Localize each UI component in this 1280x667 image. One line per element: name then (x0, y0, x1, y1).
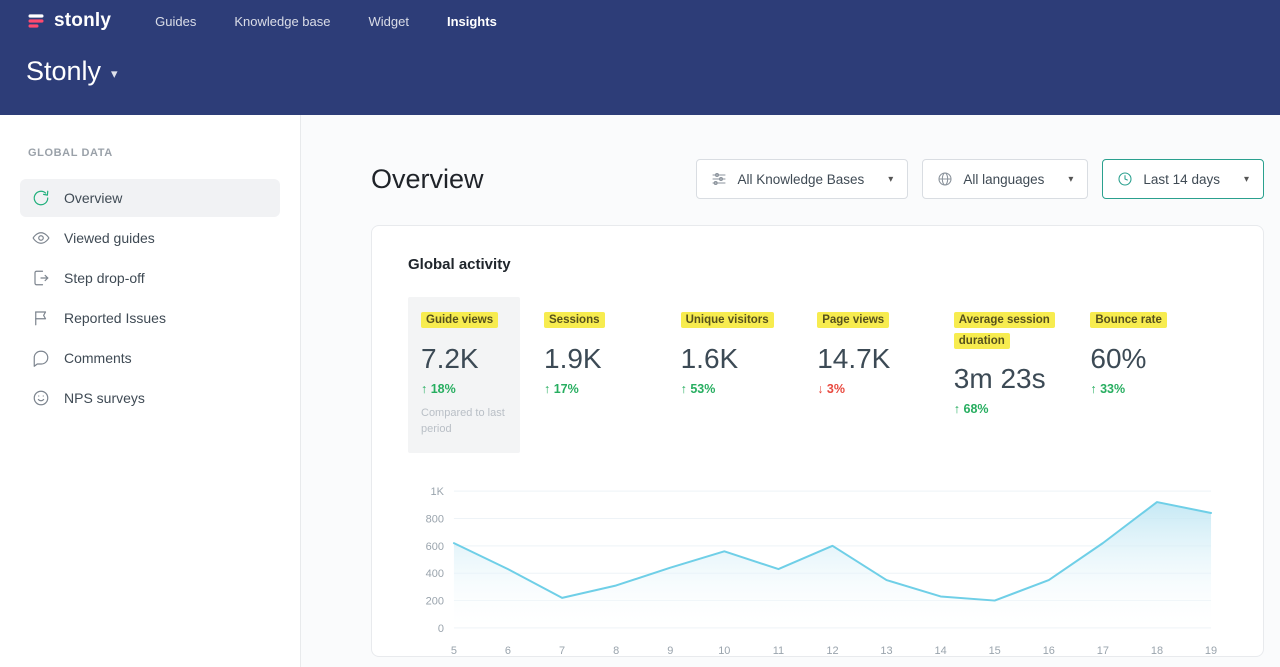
stonly-logo[interactable]: stonly (26, 10, 111, 32)
svg-text:600: 600 (426, 540, 444, 552)
metric-value: 14.7K (817, 343, 954, 375)
sidebar-item-label: Comments (64, 350, 132, 366)
top-navigation: stonly Guides Knowledge base Widget Insi… (26, 10, 1254, 32)
metric-label: Guide views (421, 312, 498, 328)
svg-text:800: 800 (426, 513, 444, 525)
metric-note: Compared to last period (421, 405, 507, 438)
svg-text:11: 11 (773, 644, 784, 656)
sidebar-item-comments[interactable]: Comments (20, 339, 280, 377)
sidebar-item-label: NPS surveys (64, 390, 145, 406)
metric-change: 17% (544, 382, 681, 396)
stonly-logo-icon (26, 11, 46, 31)
svg-text:16: 16 (1043, 644, 1055, 656)
knowledge-base-filter-value: All Knowledge Bases (737, 172, 864, 187)
sidebar-item-label: Step drop-off (64, 270, 145, 286)
metric-average-session-duration[interactable]: Average session duration 3m 23s 68% (954, 297, 1091, 416)
chevron-down-icon: ▾ (1068, 174, 1073, 185)
svg-text:400: 400 (426, 568, 444, 580)
global-activity-chart: 1K 800 600 400 200 05 6 7 8 9 10 11 12 13 14 15 16 17 18 19 (408, 477, 1227, 657)
nav-item-widget[interactable]: Widget (369, 14, 409, 29)
svg-text:17: 17 (1097, 644, 1109, 656)
metric-change: 3% (817, 382, 954, 396)
top-nav-items: Guides Knowledge base Widget Insights (155, 14, 497, 29)
sidebar-item-overview[interactable]: Overview (20, 179, 280, 217)
flag-icon (32, 309, 50, 327)
sidebar-item-viewed-guides[interactable]: Viewed guides (20, 219, 280, 257)
metric-change: 33% (1090, 382, 1227, 396)
sidebar-item-label: Viewed guides (64, 230, 155, 246)
sidebar-item-reported-issues[interactable]: Reported Issues (20, 299, 280, 337)
app-header: stonly Guides Knowledge base Widget Insi… (0, 0, 1280, 115)
metric-value: 7.2K (421, 343, 507, 375)
globe-icon (937, 171, 953, 187)
date-range-filter-value: Last 14 days (1143, 172, 1220, 187)
svg-text:200: 200 (426, 595, 444, 607)
chevron-down-icon: ▾ (1244, 174, 1249, 185)
svg-text:19: 19 (1205, 644, 1217, 656)
metric-label: Bounce rate (1090, 312, 1166, 328)
svg-text:9: 9 (667, 644, 673, 656)
svg-text:7: 7 (559, 644, 565, 656)
main-content: Overview All Knowledge Bases ▾ All langu… (301, 115, 1280, 667)
sidebar-item-step-drop-off[interactable]: Step drop-off (20, 259, 280, 297)
svg-text:1K: 1K (431, 486, 445, 498)
sidebar-item-label: Overview (64, 190, 122, 206)
metric-change: 53% (681, 382, 818, 396)
svg-text:12: 12 (826, 644, 838, 656)
sidebar-section-label: GLOBAL DATA (28, 147, 280, 159)
workspace-name: Stonly (26, 56, 101, 87)
card-title: Global activity (408, 256, 1227, 273)
sliders-icon (711, 171, 727, 187)
metrics-row: Guide views 7.2K 18% Compared to last pe… (408, 297, 1227, 453)
metric-unique-visitors[interactable]: Unique visitors 1.6K 53% (681, 297, 818, 396)
metric-value: 1.9K (544, 343, 681, 375)
knowledge-base-filter[interactable]: All Knowledge Bases ▾ (696, 159, 908, 199)
sidebar-item-label: Reported Issues (64, 310, 166, 326)
svg-text:13: 13 (880, 644, 892, 656)
overview-refresh-icon (32, 189, 50, 207)
svg-text:6: 6 (505, 644, 511, 656)
metric-bounce-rate[interactable]: Bounce rate 60% 33% (1090, 297, 1227, 396)
chart-container: 1K 800 600 400 200 05 6 7 8 9 10 11 12 13 14 15 16 17 18 19 (408, 477, 1227, 657)
clock-icon (1117, 171, 1133, 187)
metric-label: Page views (817, 312, 889, 328)
metric-value: 3m 23s (954, 363, 1091, 395)
metric-value: 60% (1090, 343, 1227, 375)
smiley-icon (32, 389, 50, 407)
svg-text:18: 18 (1151, 644, 1163, 656)
metric-value: 1.6K (681, 343, 818, 375)
metric-change: 18% (421, 382, 507, 396)
metric-label: Average session duration (954, 312, 1055, 349)
nav-item-knowledge-base[interactable]: Knowledge base (234, 14, 330, 29)
sidebar: GLOBAL DATA Overview Viewed guides Step … (0, 115, 301, 667)
sidebar-item-nps-surveys[interactable]: NPS surveys (20, 379, 280, 417)
svg-text:0: 0 (438, 622, 444, 634)
svg-text:10: 10 (718, 644, 730, 656)
page-title: Overview (371, 164, 484, 195)
logo-text: stonly (54, 10, 111, 32)
metric-page-views[interactable]: Page views 14.7K 3% (817, 297, 954, 396)
svg-text:15: 15 (989, 644, 1001, 656)
date-range-filter[interactable]: Last 14 days ▾ (1102, 159, 1264, 199)
chevron-down-icon: ▾ (888, 174, 893, 185)
svg-text:5: 5 (451, 644, 457, 656)
metric-label: Unique visitors (681, 312, 774, 328)
svg-text:8: 8 (613, 644, 619, 656)
language-filter-value: All languages (963, 172, 1044, 187)
metric-guide-views[interactable]: Guide views 7.2K 18% Compared to last pe… (408, 297, 520, 453)
nav-item-guides[interactable]: Guides (155, 14, 196, 29)
metric-label: Sessions (544, 312, 605, 328)
step-exit-icon (32, 269, 50, 287)
svg-text:14: 14 (935, 644, 947, 656)
eye-icon (32, 229, 50, 247)
global-activity-card: Global activity Guide views 7.2K 18% Com… (371, 225, 1264, 657)
workspace-selector[interactable]: Stonly ▾ (26, 56, 118, 87)
metric-sessions[interactable]: Sessions 1.9K 17% (544, 297, 681, 396)
comment-bubble-icon (32, 349, 50, 367)
chevron-down-icon: ▾ (111, 66, 118, 82)
nav-item-insights[interactable]: Insights (447, 14, 497, 29)
language-filter[interactable]: All languages ▾ (922, 159, 1088, 199)
metric-change: 68% (954, 402, 1091, 416)
filters-bar: All Knowledge Bases ▾ All languages ▾ La… (696, 159, 1264, 199)
